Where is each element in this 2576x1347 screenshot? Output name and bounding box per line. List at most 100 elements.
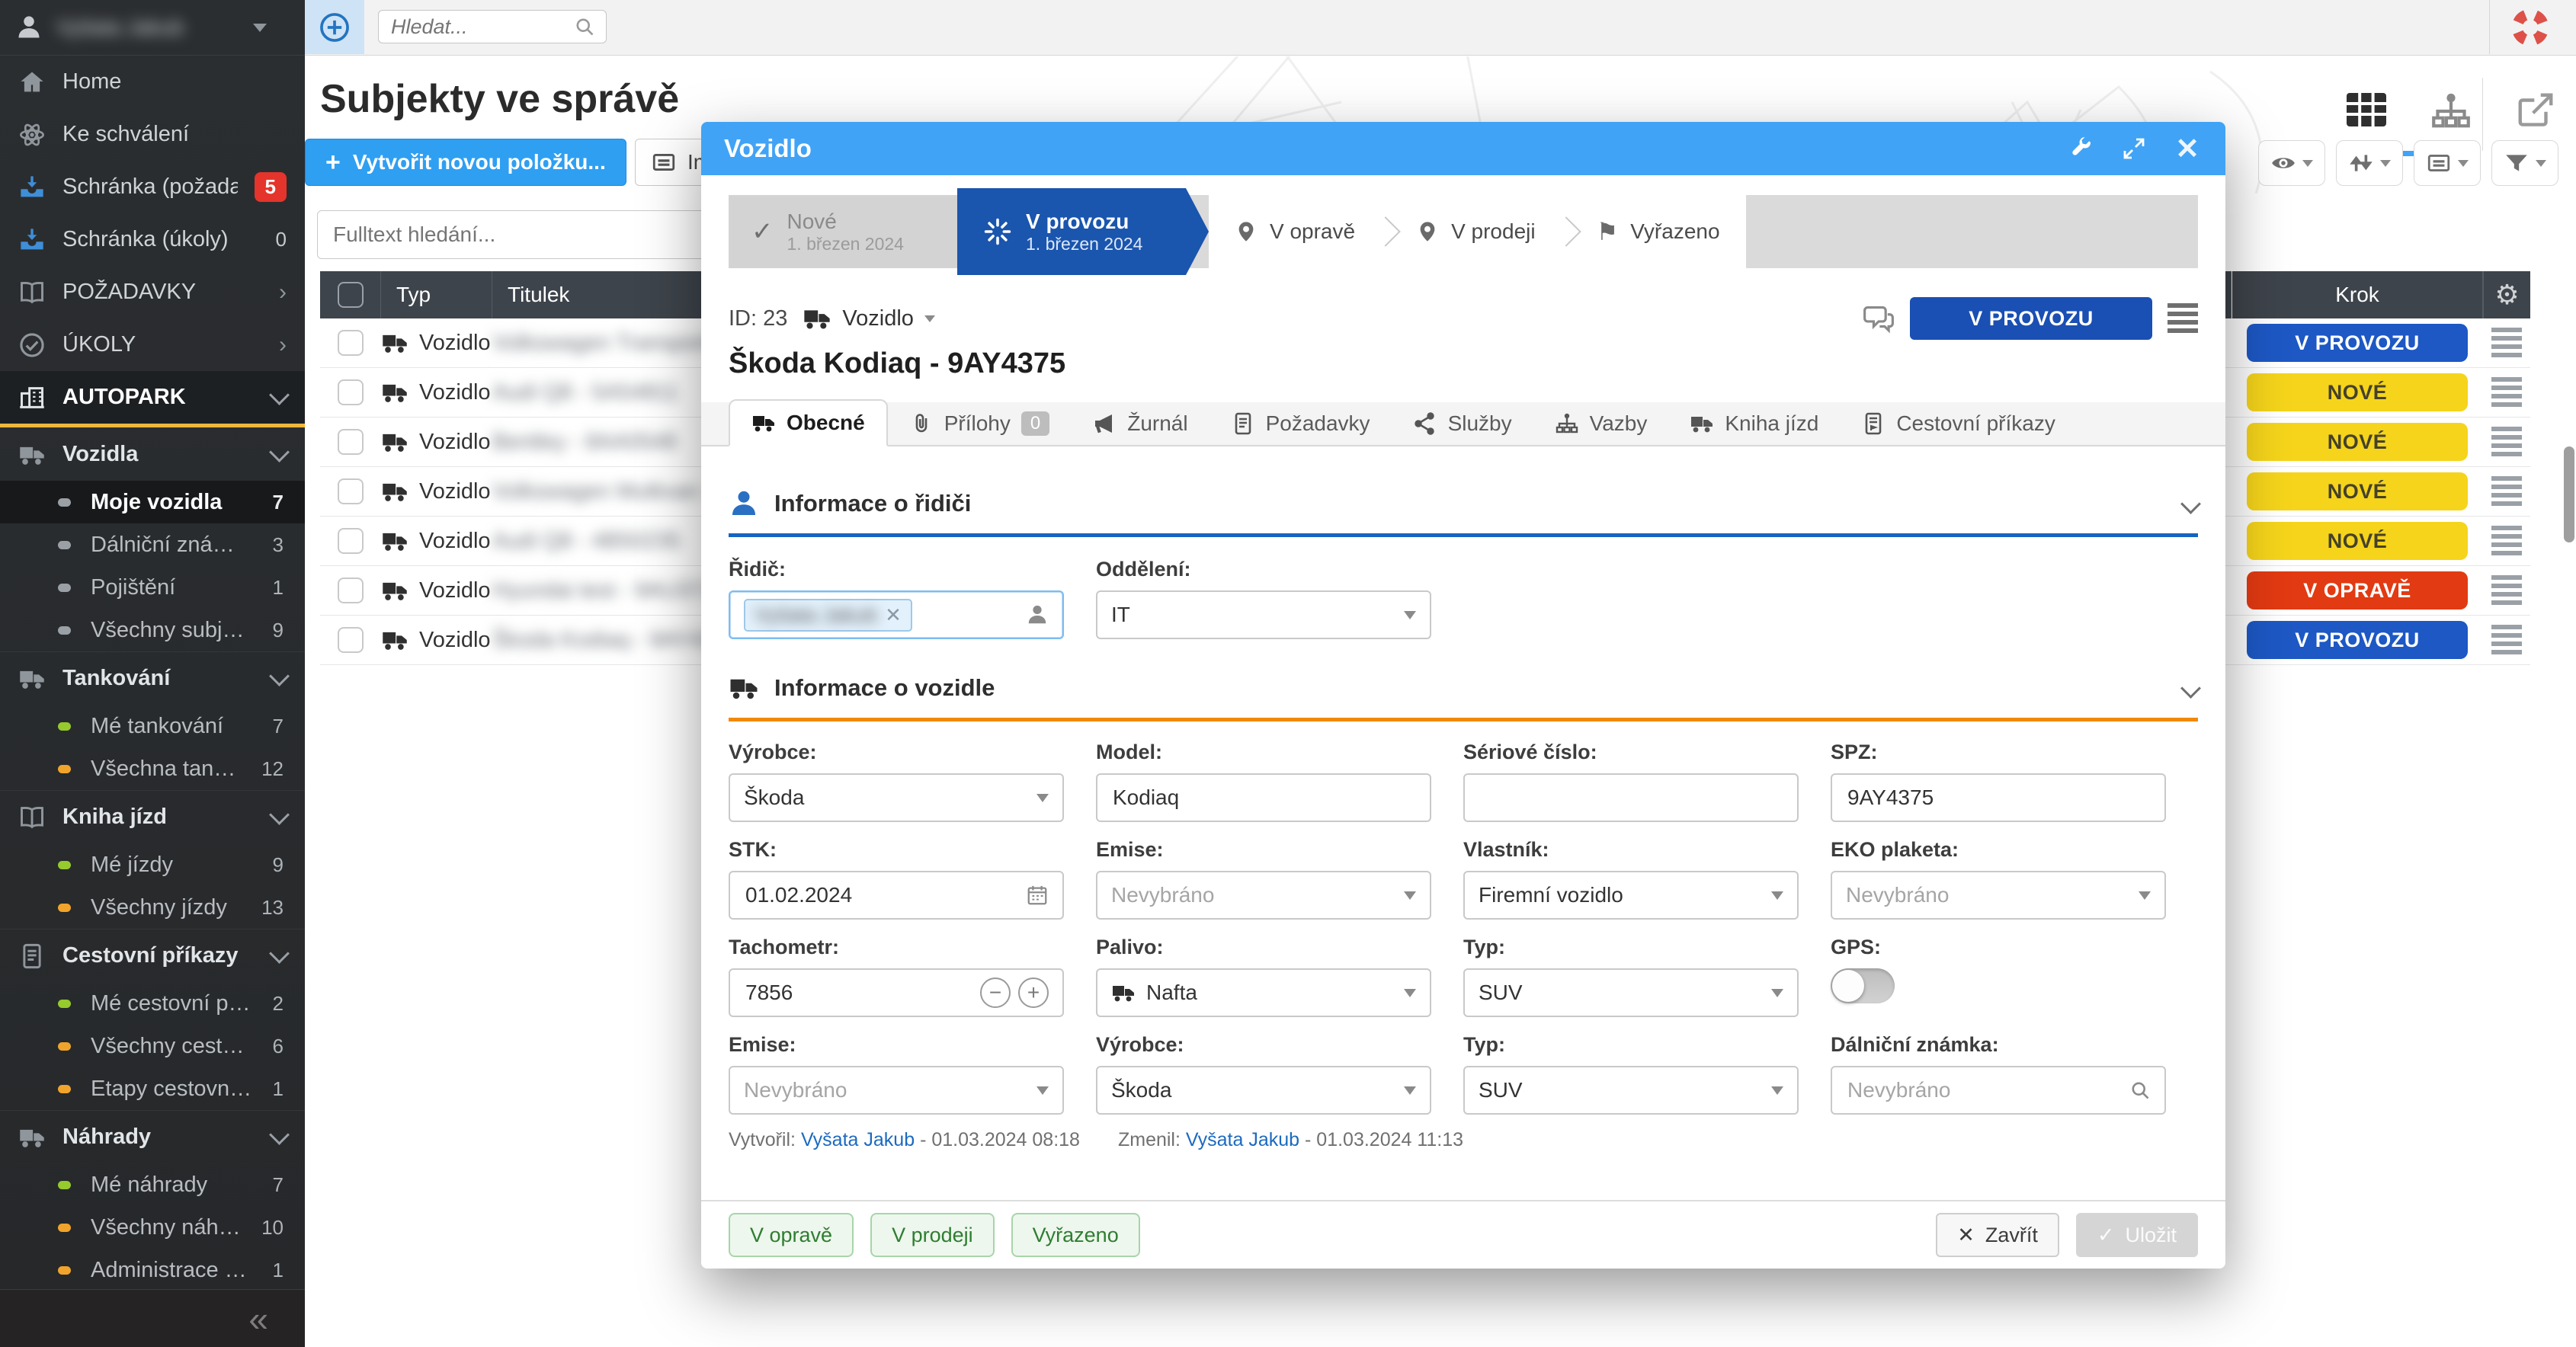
current-status-button[interactable]: V PROVOZU (1910, 297, 2152, 340)
sidebar-group-cestovni-prikazy[interactable]: Cestovní příkazy (0, 929, 305, 982)
driver-tag[interactable]: Vyšata Jakub ✕ (744, 599, 912, 632)
status-badge[interactable]: V OPRAVĚ (2247, 571, 2468, 610)
sidebar-item-vsechny-nahrady[interactable]: Všechny náhrady 10 (0, 1206, 305, 1249)
global-search-input[interactable] (389, 14, 574, 40)
created-user-link[interactable]: Vyšata Jakub (801, 1129, 915, 1150)
sidebar-item-me-jizdy[interactable]: Mé jízdy 9 (0, 843, 305, 886)
create-item-button[interactable]: + Vytvořit novou položku... (305, 139, 626, 186)
row-menu-icon[interactable] (2491, 625, 2522, 655)
step-nove[interactable]: ✓ Nové 1. březen 2024 (729, 195, 957, 268)
step-v-oprave[interactable]: V opravě (1209, 195, 1381, 268)
gps-toggle[interactable] (1831, 968, 1895, 1003)
seriove-cislo-input[interactable] (1479, 785, 1783, 811)
chat-icon[interactable] (1863, 302, 1895, 334)
hierarchy-view-button[interactable] (2430, 90, 2472, 133)
layout-dropdown[interactable] (2414, 140, 2481, 186)
tab-kniha-jizd[interactable]: Kniha jízd (1668, 402, 1840, 445)
sidebar-item-etapy-cestovnich-prikazu[interactable]: Etapy cestovních přík... 1 (0, 1067, 305, 1110)
row-menu-icon[interactable] (2491, 526, 2522, 556)
visibility-dropdown[interactable] (2258, 140, 2325, 186)
sidebar-item-me-cestovni-prikazy[interactable]: Mé cestovní příkazy 2 (0, 982, 305, 1025)
quick-add-button[interactable] (305, 0, 364, 54)
help-button[interactable] (2510, 8, 2550, 47)
decrement-button[interactable]: − (980, 977, 1011, 1008)
sidebar-item-vsechny-jizdy[interactable]: Všechny jízdy 13 (0, 886, 305, 929)
sidebar-item-me-tankovani[interactable]: Mé tankování 7 (0, 705, 305, 747)
status-badge[interactable]: V PROVOZU (2247, 324, 2468, 362)
spz-input[interactable] (1846, 785, 2151, 811)
row-menu-icon[interactable] (2491, 377, 2522, 408)
record-type-dropdown[interactable]: Vozidlo (803, 304, 935, 333)
filter-dropdown[interactable] (2491, 140, 2558, 186)
vyrobce2-select[interactable]: Škoda (1096, 1066, 1431, 1115)
transition-v-prodeji-button[interactable]: V prodeji (870, 1213, 995, 1257)
emise-select[interactable]: Nevybráno (1096, 871, 1431, 920)
sidebar-item-schranka-ukoly[interactable]: Schránka (úkoly) 0 (0, 213, 305, 266)
row-checkbox[interactable] (338, 429, 364, 455)
tab-pozadavky[interactable]: Požadavky (1210, 402, 1392, 445)
column-header-typ[interactable]: Typ (381, 271, 492, 318)
tab-vazby[interactable]: Vazby (1533, 402, 1669, 445)
row-checkbox[interactable] (338, 379, 364, 405)
row-menu-icon[interactable] (2491, 427, 2522, 457)
sidebar-item-pozadavky[interactable]: POŽADAVKY › (0, 266, 305, 318)
settings-wrench-button[interactable] (2065, 133, 2096, 164)
section-informace-o-ridici[interactable]: Informace o řidiči (729, 486, 2198, 521)
sidebar-item-moje-vozidla[interactable]: Moje vozidla 7 (0, 481, 305, 523)
model-field[interactable] (1096, 773, 1431, 822)
status-badge[interactable]: NOVÉ (2247, 423, 2468, 461)
maximize-button[interactable] (2119, 133, 2149, 164)
remove-tag-icon[interactable]: ✕ (885, 603, 902, 627)
sidebar-group-kniha-jizd[interactable]: Kniha jízd (0, 790, 305, 843)
status-badge[interactable]: NOVÉ (2247, 472, 2468, 510)
sidebar-item-autopark[interactable]: AUTOPARK (0, 371, 305, 427)
status-badge[interactable]: V PROVOZU (2247, 621, 2468, 659)
sidebar-item-vsechna-tankovani[interactable]: Všechna tankování 12 (0, 747, 305, 790)
table-view-button[interactable] (2342, 85, 2391, 134)
ridic-field[interactable]: Vyšata Jakub ✕ (729, 590, 1064, 639)
model-input[interactable] (1111, 785, 1416, 811)
dalnicni-znamka-input[interactable] (1846, 1077, 2129, 1103)
tachometr-field[interactable]: − + (729, 968, 1064, 1017)
tab-sluzby[interactable]: Služby (1392, 402, 1533, 445)
status-badge[interactable]: NOVÉ (2247, 522, 2468, 560)
row-checkbox[interactable] (338, 528, 364, 554)
record-menu-icon[interactable] (2167, 303, 2198, 334)
close-modal-button[interactable]: ✕ Zavřít (1936, 1213, 2059, 1257)
sidebar-item-dalnicni-znamka[interactable]: Dálniční známka 3 (0, 523, 305, 566)
section-informace-o-vozidle[interactable]: Informace o vozidle (729, 670, 2198, 705)
palivo-select[interactable]: Nafta (1096, 968, 1431, 1017)
tab-prilohy[interactable]: Přílohy 0 (888, 402, 1072, 445)
close-button[interactable]: ✕ (2172, 133, 2203, 164)
sidebar-item-ukoly[interactable]: ÚKOLY › (0, 318, 305, 371)
sidebar-item-ke-schvaleni[interactable]: Ke schválení (0, 108, 305, 161)
transition-v-oprave-button[interactable]: V opravě (729, 1213, 854, 1257)
eko-plaketa-select[interactable]: Nevybráno (1831, 871, 2166, 920)
row-checkbox[interactable] (338, 627, 364, 653)
sidebar-item-vsechny-cestovni-prikazy[interactable]: Všechny cestovní pří... 6 (0, 1025, 305, 1067)
sidebar-item-pojisteni[interactable]: Pojištění 1 (0, 566, 305, 609)
sidebar-group-nahrady[interactable]: Náhrady (0, 1110, 305, 1163)
select-all-checkbox[interactable] (338, 282, 364, 308)
typ-select[interactable]: SUV (1463, 968, 1799, 1017)
row-menu-icon[interactable] (2491, 575, 2522, 606)
spz-field[interactable] (1831, 773, 2166, 822)
tab-obecne[interactable]: Obecné (729, 399, 888, 446)
status-badge[interactable]: NOVÉ (2247, 373, 2468, 411)
sidebar-item-home[interactable]: Home (0, 56, 305, 108)
emise2-select[interactable]: Nevybráno (729, 1066, 1064, 1115)
row-checkbox[interactable] (338, 578, 364, 603)
vyrobce-select[interactable]: Škoda (729, 773, 1064, 822)
export-button[interactable] (2515, 90, 2556, 131)
sidebar-collapse-button[interactable]: « (0, 1289, 305, 1347)
seriove-cislo-field[interactable] (1463, 773, 1799, 822)
tab-zurnal[interactable]: Žurnál (1071, 402, 1209, 445)
sidebar-item-me-nahrady[interactable]: Mé náhrady 7 (0, 1163, 305, 1206)
typ2-select[interactable]: SUV (1463, 1066, 1799, 1115)
row-checkbox[interactable] (338, 330, 364, 356)
increment-button[interactable]: + (1018, 977, 1049, 1008)
sort-dropdown[interactable] (2336, 140, 2403, 186)
transition-vyrazeno-button[interactable]: Vyřazeno (1011, 1213, 1140, 1257)
scrollbar-thumb[interactable] (2564, 446, 2574, 542)
row-menu-icon[interactable] (2491, 328, 2522, 358)
